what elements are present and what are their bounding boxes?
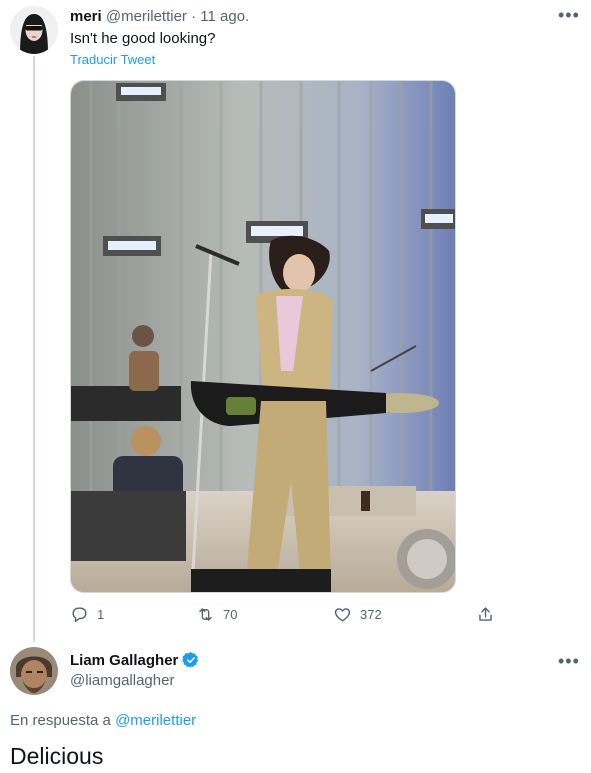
author-name[interactable]: meri — [70, 8, 102, 25]
like-action[interactable]: 372 — [333, 605, 382, 624]
reply-header: Liam Gallagher — [70, 651, 200, 669]
tweet-text: Isn't he good looking? — [70, 30, 216, 47]
tweet-actions-bar: 1 70 372 — [70, 605, 510, 625]
avatar-liam-gallagher[interactable] — [10, 647, 58, 695]
reply-action[interactable]: 1 — [70, 605, 104, 624]
tweet-media-photo[interactable] — [70, 80, 456, 593]
thread-connector-line — [33, 56, 35, 642]
share-icon — [479, 607, 492, 621]
in-reply-to-handle[interactable]: @merilettier — [115, 712, 196, 729]
reply-icon — [72, 607, 87, 623]
retweet-count: 70 — [223, 607, 238, 622]
retweet-action[interactable]: 70 — [196, 605, 237, 624]
retweet-icon — [199, 608, 212, 621]
like-icon — [334, 608, 351, 622]
reply-author-name[interactable]: Liam Gallagher — [70, 652, 178, 669]
avatar-liam-image — [10, 647, 58, 695]
author-handle[interactable]: @merilettier — [106, 8, 187, 25]
more-options-icon[interactable]: ••• — [558, 6, 580, 24]
reply-author-handle[interactable]: @liamgallagher — [70, 672, 174, 689]
in-reply-prefix: En respuesta a — [10, 712, 116, 729]
tweet-date[interactable]: 11 ago. — [200, 8, 249, 25]
avatar-meri[interactable] — [10, 6, 58, 54]
separator-dot: · — [186, 8, 201, 25]
reply-count: 1 — [97, 607, 105, 622]
reply-more-options-icon[interactable]: ••• — [558, 652, 580, 670]
concert-photo — [71, 81, 455, 592]
like-count: 372 — [360, 607, 382, 622]
share-action[interactable] — [476, 605, 495, 624]
tweet-header: meri @merilettier · 11 ago. — [70, 8, 249, 25]
reply-text: Delicious — [10, 743, 104, 769]
verified-badge-icon — [182, 652, 199, 668]
avatar-meri-image — [10, 6, 58, 54]
translate-tweet-link[interactable]: Traducir Tweet — [70, 52, 155, 67]
in-reply-to-line: En respuesta a @merilettier — [10, 712, 196, 729]
